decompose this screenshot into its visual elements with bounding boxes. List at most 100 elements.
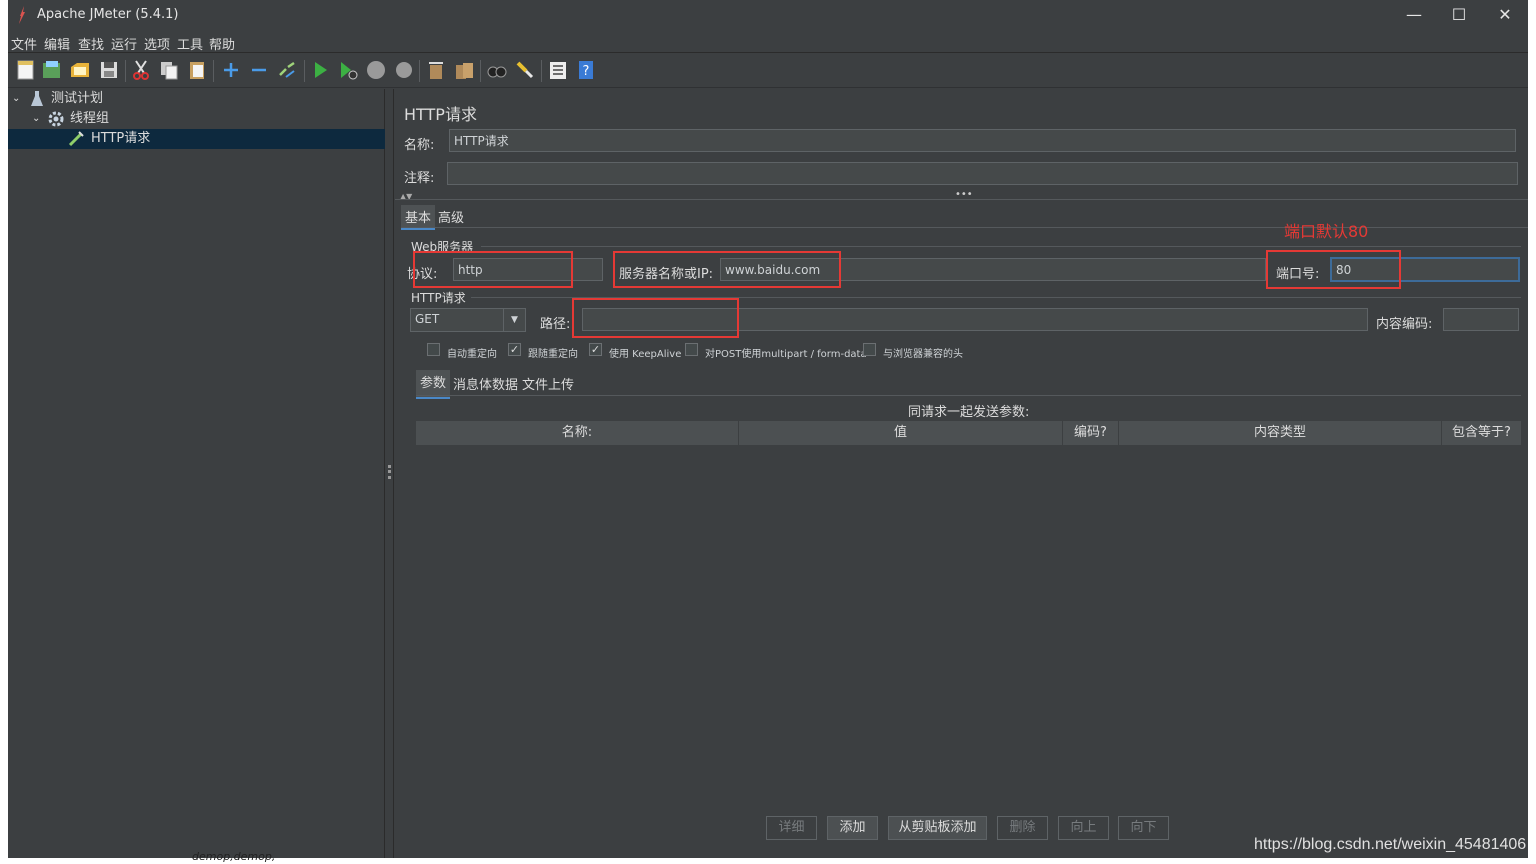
splitter-grip[interactable] <box>388 465 391 479</box>
browser-headers-label: 与浏览器兼容的头 <box>883 349 963 360</box>
subtab-underline <box>416 395 1521 396</box>
tab-advanced[interactable]: 高级 <box>434 205 468 228</box>
follow-redirect-label: 跟随重定向 <box>528 349 578 360</box>
tab-files-upload[interactable]: 文件上传 <box>518 372 578 395</box>
menu-options[interactable]: 选项 <box>144 34 170 53</box>
toolbar-separator <box>419 60 420 82</box>
menu-edit[interactable]: 编辑 <box>44 34 70 53</box>
menu-tools[interactable]: 工具 <box>177 34 203 53</box>
tree-item-thread-group[interactable]: ⌄ 线程组 <box>8 109 385 129</box>
menu-run[interactable]: 运行 <box>111 34 137 53</box>
thread-group-icon <box>48 111 64 127</box>
minimize-button[interactable]: — <box>1399 4 1429 26</box>
params-table-header: 名称: 值 编码? 内容类型 包含等于? <box>416 421 1521 445</box>
chevron-down-icon[interactable]: ⌄ <box>12 89 20 109</box>
toolbar-separator <box>480 60 481 82</box>
multipart-checkbox[interactable] <box>685 343 698 356</box>
new-icon[interactable] <box>15 59 37 81</box>
search-icon[interactable] <box>486 59 508 81</box>
start-no-pause-icon[interactable] <box>337 59 359 81</box>
paste-icon[interactable] <box>186 59 208 81</box>
follow-redirect-checkbox[interactable]: ✓ <box>508 343 521 356</box>
help-icon[interactable]: ? <box>575 59 597 81</box>
svg-text:?: ? <box>583 64 590 79</box>
http-request-group-label: HTTP请求 <box>411 291 466 305</box>
auto-redirect-checkbox[interactable] <box>427 343 440 356</box>
http-request-panel: HTTP请求 名称: 注释: ▲▼ ••• 基本 高级 Web服务器 协议: 服… <box>395 89 1528 858</box>
templates-icon[interactable] <box>41 59 63 81</box>
keepalive-label: 使用 KeepAlive <box>609 349 682 360</box>
test-plan-icon <box>31 91 43 106</box>
column-name[interactable]: 名称: <box>416 421 739 445</box>
close-button[interactable]: ✕ <box>1490 4 1520 26</box>
shutdown-icon[interactable] <box>393 59 415 81</box>
name-label: 名称: <box>404 138 435 153</box>
delete-button[interactable]: 删除 <box>997 816 1048 840</box>
tree-item-http-request[interactable]: HTTP请求 <box>8 129 385 149</box>
background-text: demop,demop, <box>192 850 276 863</box>
column-encode[interactable]: 编码? <box>1063 421 1119 445</box>
copy-icon[interactable] <box>158 59 180 81</box>
down-button[interactable]: 向下 <box>1118 816 1169 840</box>
toggle-icon[interactable] <box>276 59 298 81</box>
name-input[interactable] <box>449 129 1516 152</box>
tree-item-label: 测试计划 <box>51 91 104 106</box>
menu-file[interactable]: 文件 <box>11 34 37 53</box>
panel-title: HTTP请求 <box>404 105 477 124</box>
browser-headers-checkbox[interactable] <box>863 343 876 356</box>
tree-item-label: 线程组 <box>70 111 110 126</box>
pane-splitter[interactable] <box>386 89 394 858</box>
auto-redirect-label: 自动重定向 <box>447 349 497 360</box>
column-include-equals[interactable]: 包含等于? <box>1442 421 1521 445</box>
reset-search-icon[interactable] <box>514 59 536 81</box>
highlight-server <box>613 251 841 288</box>
expand-icon[interactable] <box>220 59 242 81</box>
save-icon[interactable] <box>98 59 120 81</box>
column-content-type[interactable]: 内容类型 <box>1119 421 1442 445</box>
open-icon[interactable] <box>69 59 91 81</box>
function-helper-icon[interactable] <box>547 59 569 81</box>
tab-bar: 基本 高级 <box>401 205 601 230</box>
keepalive-checkbox[interactable]: ✓ <box>589 343 602 356</box>
highlight-path <box>572 298 739 338</box>
menu-bar: 文件 编辑 查找 运行 选项 工具 帮助 <box>8 31 1528 53</box>
toolbar-separator <box>541 60 542 82</box>
add-button[interactable]: 添加 <box>827 816 878 840</box>
add-from-clipboard-button[interactable]: 从剪贴板添加 <box>888 816 987 840</box>
maximize-button[interactable]: ☐ <box>1444 4 1474 26</box>
menu-help[interactable]: 帮助 <box>209 34 235 53</box>
tree-pane: ⌄ 测试计划 ⌄ 线程组 HTTP请求 <box>8 89 385 858</box>
toolbar-separator <box>213 60 214 82</box>
toolbar-separator <box>125 60 126 82</box>
http-sampler-icon <box>68 131 84 147</box>
watermark-text: https://blog.csdn.net/weixin_45481406 <box>1254 836 1527 853</box>
highlight-port <box>1266 250 1401 289</box>
collapse-icon[interactable] <box>248 59 270 81</box>
clear-icon[interactable] <box>425 59 447 81</box>
jmeter-window: Apache JMeter (5.4.1) — ☐ ✕ 文件 编辑 查找 运行 … <box>8 0 1528 858</box>
method-value: GET <box>415 312 440 326</box>
clear-all-icon[interactable] <box>453 59 475 81</box>
group-border <box>481 246 1521 247</box>
detail-button[interactable]: 详细 <box>766 816 817 840</box>
menu-search[interactable]: 查找 <box>78 34 104 53</box>
start-icon[interactable] <box>309 59 331 81</box>
params-caption: 同请求一起发送参数: <box>908 405 1030 420</box>
comment-input[interactable] <box>447 162 1518 185</box>
path-label: 路径: <box>540 317 571 332</box>
toolbar-separator <box>304 60 305 82</box>
port-annotation: 端口默认80 <box>1284 222 1369 241</box>
up-button[interactable]: 向上 <box>1058 816 1109 840</box>
column-value[interactable]: 值 <box>739 421 1063 445</box>
chevron-down-icon[interactable]: ▼ <box>503 309 525 331</box>
tree-item-label: HTTP请求 <box>91 131 151 146</box>
content-encoding-input[interactable] <box>1443 308 1519 331</box>
multipart-label: 对POST使用multipart / form-data <box>705 349 867 360</box>
tree-item-test-plan[interactable]: ⌄ 测试计划 <box>8 89 385 109</box>
chevron-down-icon[interactable]: ⌄ <box>32 109 40 129</box>
cut-icon[interactable] <box>130 59 152 81</box>
comment-label: 注释: <box>404 171 435 186</box>
method-select[interactable]: GET ▼ <box>410 308 526 332</box>
stop-icon[interactable] <box>365 59 387 81</box>
tab-body-data[interactable]: 消息体数据 <box>449 372 522 395</box>
